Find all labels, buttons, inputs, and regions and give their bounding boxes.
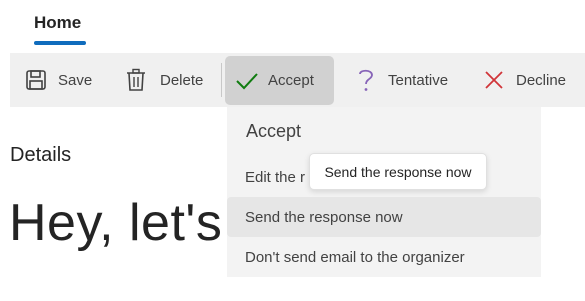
save-button[interactable]: Save <box>24 53 92 107</box>
accept-dropdown-menu: Accept Edit the r Send the response now … <box>227 107 541 277</box>
checkmark-icon <box>235 69 259 93</box>
delete-button[interactable]: Delete <box>124 53 203 107</box>
details-heading: Details <box>10 144 72 166</box>
decline-button[interactable]: Decline <box>482 53 566 107</box>
save-label: Save <box>58 71 93 89</box>
tab-home[interactable]: Home <box>34 13 81 33</box>
menu-item-dont-send[interactable]: Don't send email to the organizer <box>227 237 541 277</box>
accept-label: Accept <box>268 72 314 89</box>
accept-button[interactable]: Accept <box>225 56 334 105</box>
tentative-label: Tentative <box>388 71 449 89</box>
menu-title: Accept <box>246 121 302 141</box>
toolbar-divider <box>221 63 222 97</box>
active-tab-indicator <box>34 41 86 45</box>
delete-label: Delete <box>160 71 204 89</box>
tooltip: Send the response now <box>309 153 487 190</box>
tentative-button[interactable]: Tentative <box>354 53 448 107</box>
menu-item-label: Edit the r <box>245 168 306 186</box>
menu-item-send-response-now[interactable]: Send the response now <box>227 197 541 237</box>
menu-item-edit-response[interactable]: Edit the r <box>227 157 317 197</box>
question-mark-icon <box>354 68 378 92</box>
menu-item-label: Send the response now <box>245 208 403 226</box>
save-icon <box>24 68 48 92</box>
x-icon <box>482 68 506 92</box>
decline-label: Decline <box>516 71 567 89</box>
trash-icon <box>124 68 148 92</box>
menu-item-label: Don't send email to the organizer <box>245 248 465 266</box>
command-toolbar: Save Delete Accept Tentative Decline <box>10 53 585 107</box>
